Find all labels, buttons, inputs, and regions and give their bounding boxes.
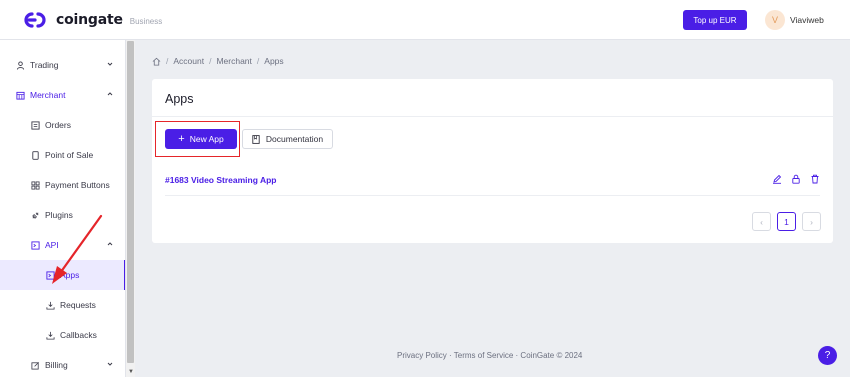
apps-card: Apps + New App Documentation #1683 Video… <box>152 79 833 243</box>
sidebar: Trading Merchant Orders Point of Sale Pa… <box>0 40 126 377</box>
chevron-up-icon[interactable] <box>106 90 114 98</box>
brand-name: coingate <box>56 12 123 28</box>
store-icon <box>15 90 25 100</box>
sidebar-item-point-of-sale[interactable]: Point of Sale <box>0 140 125 170</box>
breadcrumb-account[interactable]: Account <box>173 56 204 66</box>
top-up-eur-button[interactable]: Top up EUR <box>683 10 747 30</box>
download-icon <box>45 300 55 310</box>
sidebar-item-label: Callbacks <box>60 330 97 340</box>
home-icon[interactable] <box>152 57 161 66</box>
sidebar-item-label: Orders <box>45 120 71 130</box>
terminal-icon <box>45 270 55 280</box>
sidebar-item-label: Plugins <box>45 210 73 220</box>
breadcrumb-merchant[interactable]: Merchant <box>216 56 251 66</box>
breadcrumb-separator: / <box>209 56 212 66</box>
lock-icon[interactable] <box>791 174 801 184</box>
sidebar-item-label: API <box>45 240 59 250</box>
coingate-logo[interactable]: coingate Business <box>20 10 162 30</box>
user-menu[interactable]: V Viaviweb <box>765 10 824 30</box>
user-icon <box>15 60 25 70</box>
sidebar-item-label: Payment Buttons <box>45 180 110 190</box>
chevron-up-icon[interactable] <box>106 240 114 248</box>
edit-icon[interactable] <box>772 174 782 184</box>
sidebar-item-merchant[interactable]: Merchant <box>0 80 125 110</box>
scrollbar-thumb[interactable] <box>127 41 134 363</box>
document-icon <box>252 134 260 144</box>
sidebar-scrollbar[interactable]: ▼ <box>126 40 135 377</box>
sidebar-item-label: Requests <box>60 300 96 310</box>
breadcrumb-separator: / <box>166 56 169 66</box>
sidebar-item-label: Merchant <box>30 90 66 100</box>
breadcrumb: / Account / Merchant / Apps <box>152 56 284 66</box>
documentation-button[interactable]: Documentation <box>242 129 333 149</box>
sidebar-item-label: Apps <box>60 270 80 280</box>
breadcrumb-separator: / <box>256 56 260 66</box>
sidebar-item-requests[interactable]: Requests <box>0 290 125 320</box>
top-bar: coingate Business Top up EUR V Viaviweb <box>0 0 850 40</box>
table-row: #1683 Video Streaming App <box>165 174 820 196</box>
terminal-icon <box>30 240 40 250</box>
sidebar-item-orders[interactable]: Orders <box>0 110 125 140</box>
tablet-icon <box>30 150 40 160</box>
pagination: ‹ 1 › <box>752 212 827 231</box>
breadcrumb-apps: Apps <box>264 56 284 66</box>
grid-icon <box>30 180 40 190</box>
pagination-next-button[interactable]: › <box>802 212 821 231</box>
trash-icon[interactable] <box>810 174 820 184</box>
app-link[interactable]: #1683 Video Streaming App <box>165 175 276 185</box>
sidebar-item-apps[interactable]: Apps <box>0 260 125 290</box>
edit-icon <box>30 360 40 370</box>
sidebar-item-label: Point of Sale <box>45 150 94 160</box>
annotation-highlight-box <box>155 121 240 157</box>
sidebar-item-plugins[interactable]: Plugins <box>0 200 125 230</box>
help-button[interactable]: ? <box>818 346 837 365</box>
sidebar-item-trading[interactable]: Trading <box>0 50 125 80</box>
username: Viaviweb <box>790 15 824 25</box>
orders-icon <box>30 120 40 130</box>
sidebar-item-label: Trading <box>30 60 59 70</box>
pagination-page-1[interactable]: 1 <box>777 212 796 231</box>
brand-subtitle: Business <box>129 16 163 26</box>
sidebar-item-label: Billing <box>45 360 68 370</box>
page-title: Apps <box>165 92 194 106</box>
avatar[interactable]: V <box>765 10 785 30</box>
download-icon <box>45 330 55 340</box>
scroll-down-arrow-icon[interactable]: ▼ <box>128 369 134 375</box>
coingate-logo-icon <box>24 12 46 28</box>
footer-links[interactable]: Privacy Policy · Terms of Service · Coin… <box>397 351 582 360</box>
plug-icon <box>30 210 40 220</box>
chevron-down-icon[interactable] <box>106 360 114 368</box>
sidebar-item-billing[interactable]: Billing <box>0 350 125 377</box>
documentation-label: Documentation <box>265 134 324 144</box>
divider <box>152 116 833 117</box>
sidebar-item-payment-buttons[interactable]: Payment Buttons <box>0 170 125 200</box>
sidebar-item-api[interactable]: API <box>0 230 125 260</box>
chevron-down-icon[interactable] <box>106 60 114 68</box>
pagination-prev-button[interactable]: ‹ <box>752 212 771 231</box>
row-actions <box>763 174 820 184</box>
sidebar-item-callbacks[interactable]: Callbacks <box>0 320 125 350</box>
